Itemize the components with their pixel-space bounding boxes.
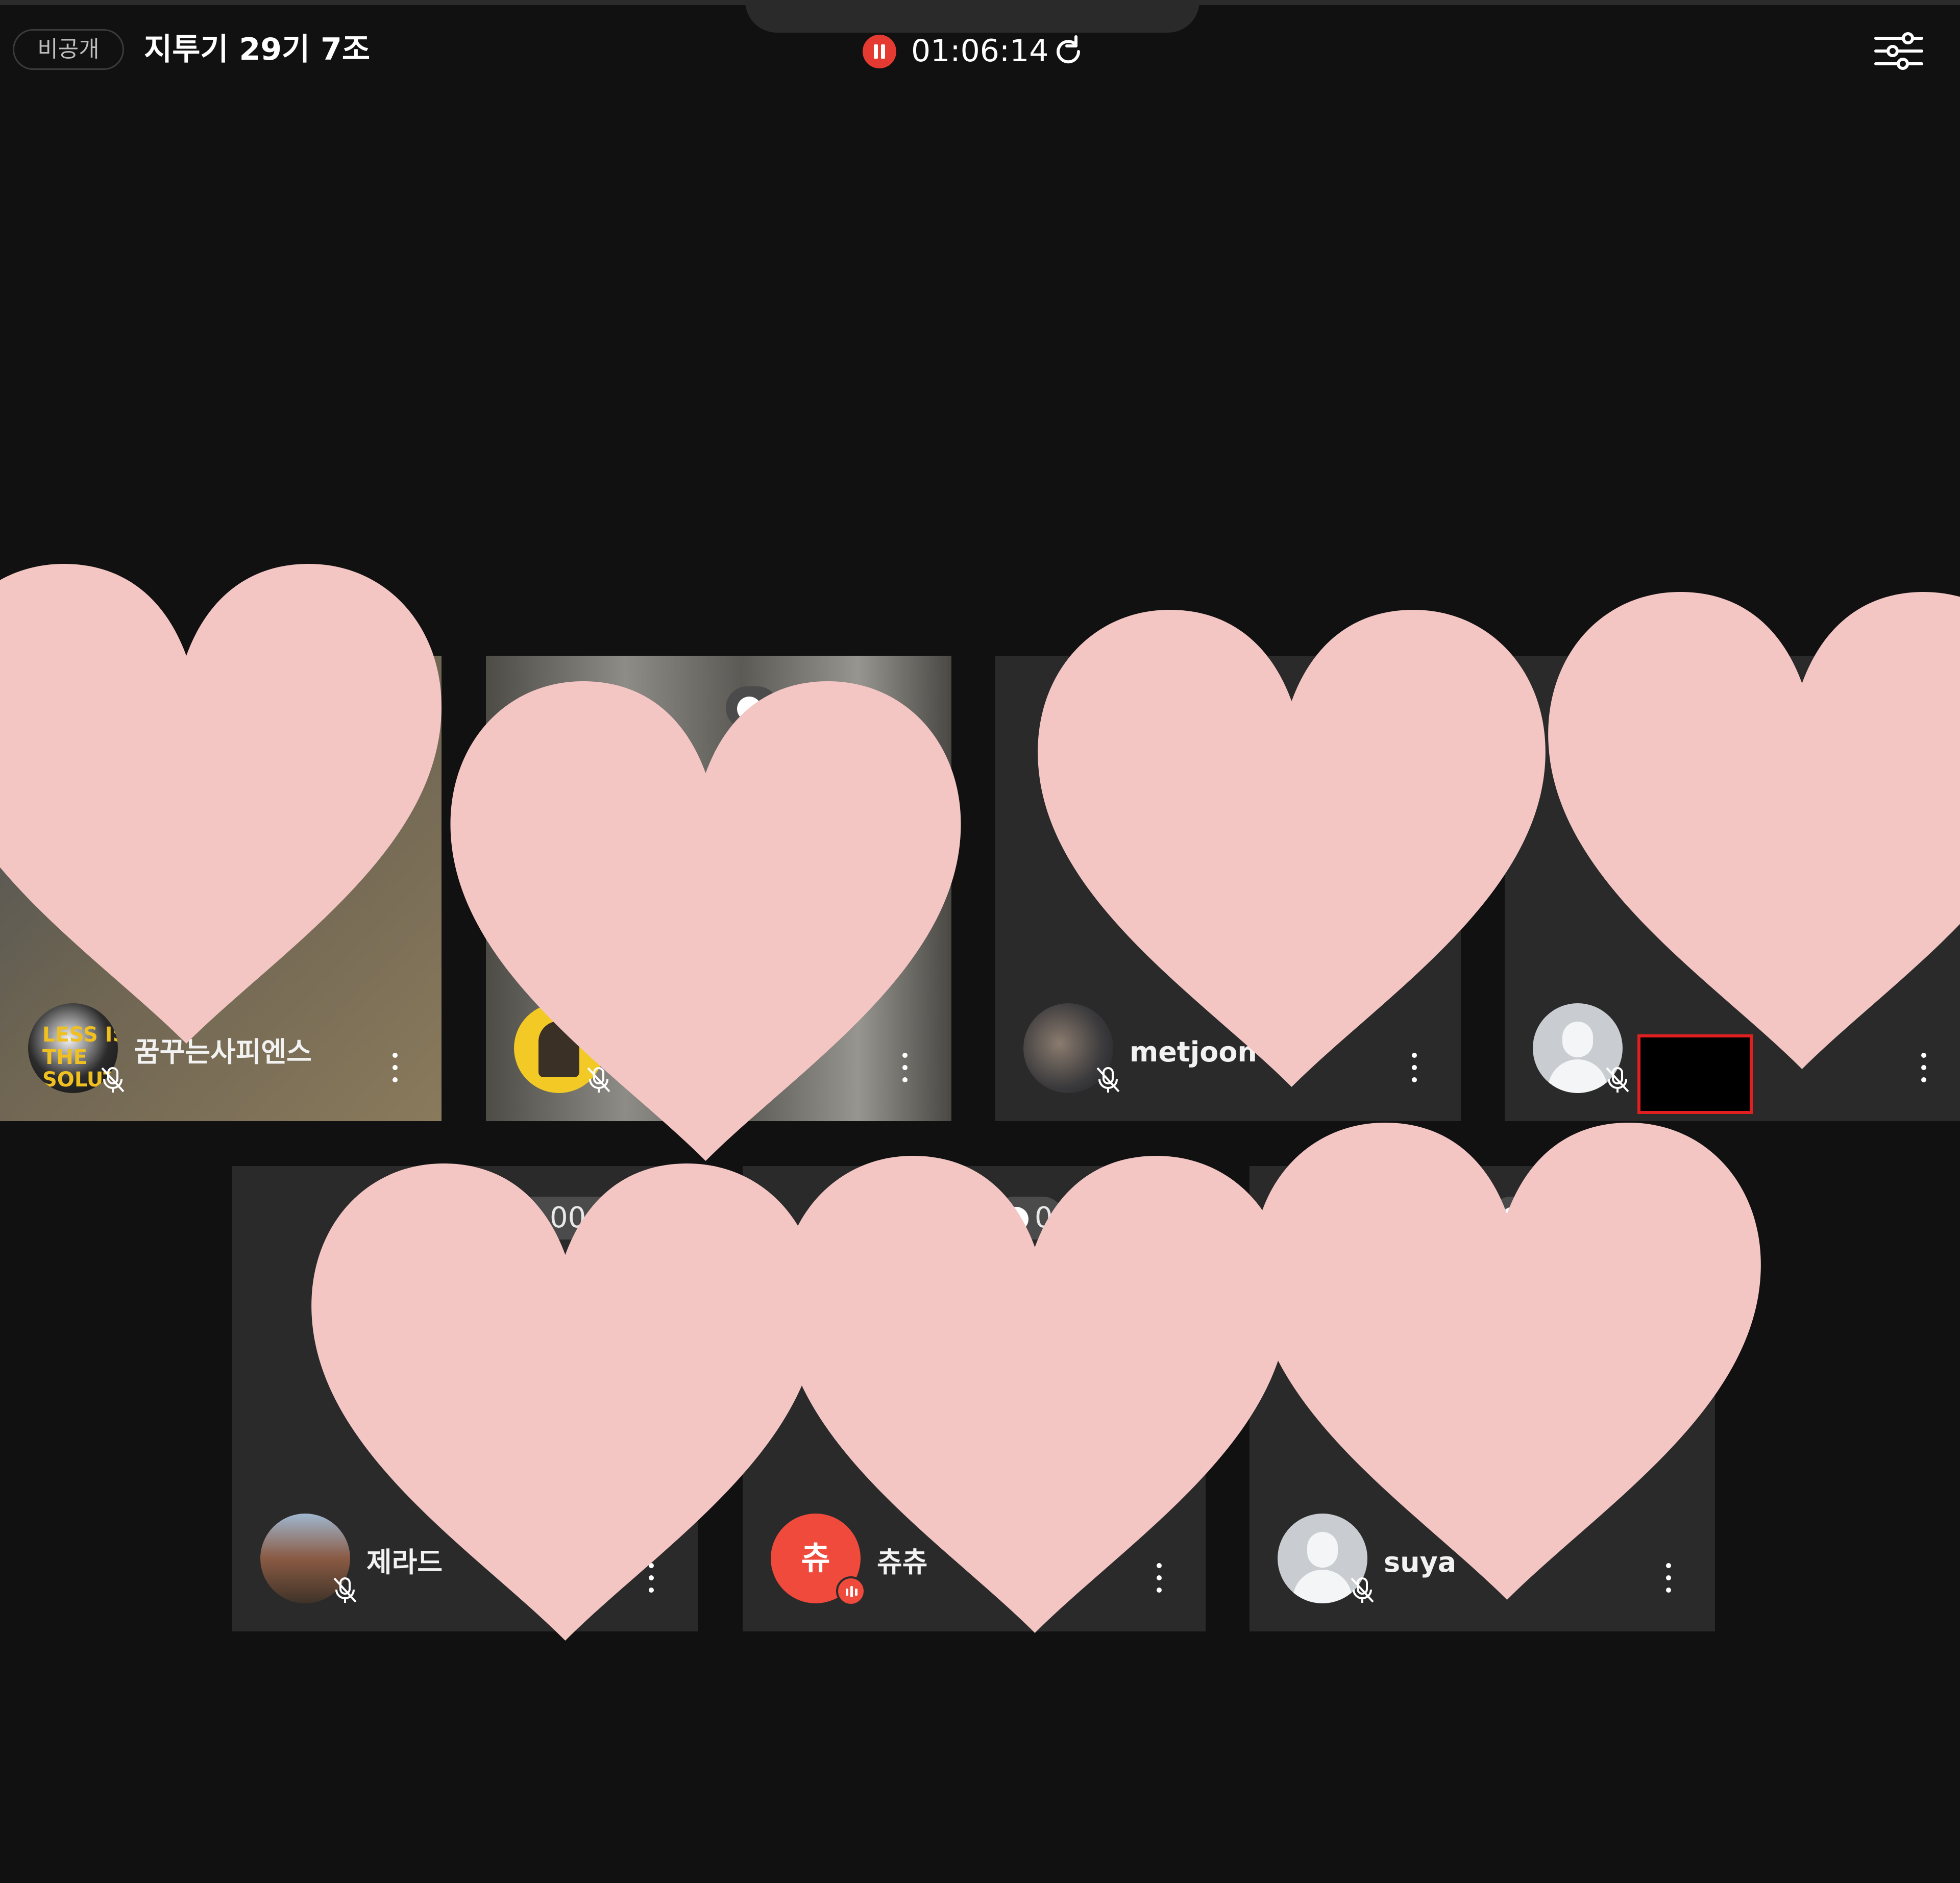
- elapsed-timer: 01:06:14: [911, 33, 1049, 69]
- heart-overlay: [311, 1163, 819, 1641]
- record-pause-icon[interactable]: [863, 35, 896, 68]
- room-title: 지투기 29기 7조: [144, 32, 371, 67]
- heart-overlay: [0, 564, 442, 1044]
- heart-overlay: [781, 1156, 1289, 1633]
- visibility-badge: 비공개: [13, 29, 124, 70]
- top-control-bar: [745, 0, 1199, 33]
- heart-overlay: [1548, 592, 1960, 1069]
- settings-sliders-icon[interactable]: [1873, 28, 1924, 74]
- mic-off-icon: [101, 1067, 125, 1093]
- more-vertical-icon[interactable]: [391, 1053, 399, 1083]
- heart-overlay: [1253, 1123, 1761, 1600]
- refresh-icon[interactable]: [1050, 34, 1086, 69]
- heart-overlay: [1038, 610, 1546, 1087]
- heart-overlay: [450, 681, 961, 1161]
